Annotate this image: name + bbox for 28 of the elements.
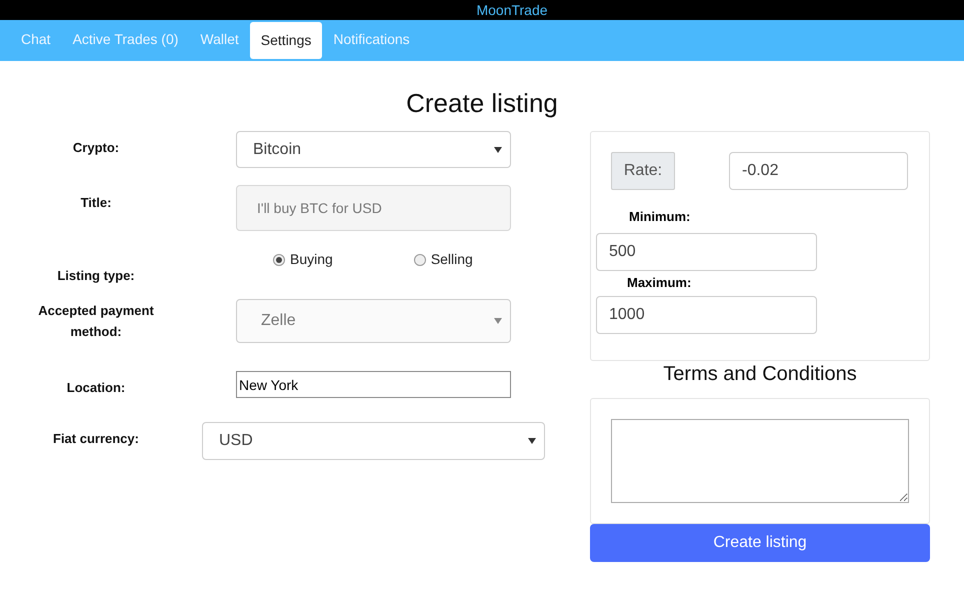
fiat-currency-select[interactable]: USD <box>202 422 545 460</box>
crypto-label: Crypto: <box>72 139 120 157</box>
app-title: MoonTrade <box>476 0 548 20</box>
listing-type-label: Listing type: <box>56 267 136 285</box>
radio-label: Buying <box>290 250 333 269</box>
fiat-currency-label: Fiat currency: <box>52 430 140 448</box>
title-label: Title: <box>80 194 112 212</box>
terms-heading: Terms and Conditions <box>663 362 857 386</box>
page-heading: Create listing <box>406 88 558 118</box>
rate-label: Rate: <box>611 152 675 190</box>
location-field[interactable]: New York <box>236 371 511 398</box>
payment-method-label: Accepted payment method: <box>37 302 155 341</box>
radio-label: Selling <box>430 250 473 269</box>
caret-icon <box>494 146 502 152</box>
create-listing-button[interactable]: Create listing <box>590 524 930 562</box>
radio-button[interactable] <box>273 254 285 266</box>
minimum-label: Minimum: <box>629 208 690 226</box>
maximum-field[interactable]: 1000 <box>596 296 817 334</box>
nav-tab[interactable]: Settings <box>250 22 322 59</box>
maximum-label: Maximum: <box>627 274 692 292</box>
minimum-field[interactable]: 500 <box>596 232 817 270</box>
caret-icon <box>528 438 536 444</box>
radio-button[interactable] <box>414 254 426 266</box>
caret-icon <box>494 318 502 324</box>
rate-field[interactable]: -0.02 <box>729 152 908 190</box>
location-label: Location: <box>66 379 126 397</box>
terms-field[interactable] <box>611 419 909 503</box>
crypto-select[interactable]: Bitcoin <box>236 131 511 168</box>
